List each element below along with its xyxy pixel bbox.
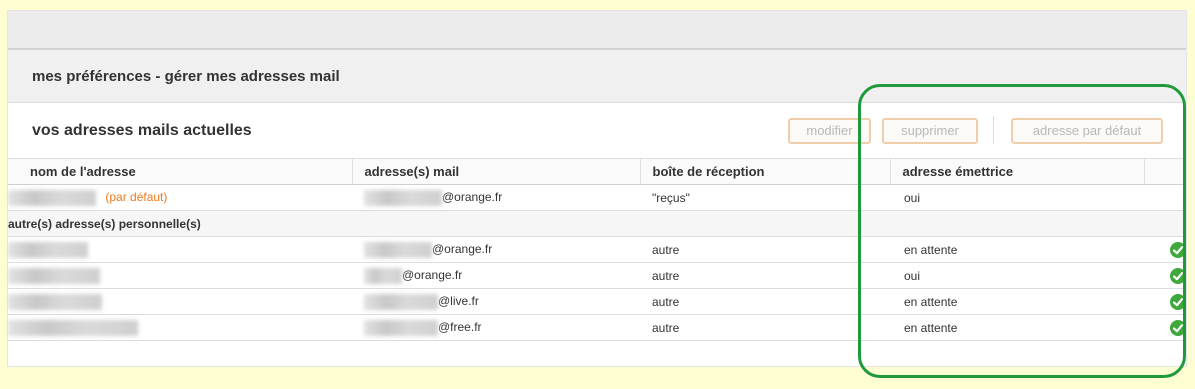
delete-button[interactable]: supprimer bbox=[882, 118, 978, 144]
redacted-name bbox=[8, 267, 100, 284]
table-header: nom de l'adresse adresse(s) mail boîte d… bbox=[8, 158, 1186, 185]
mail-domain: @live.fr bbox=[438, 293, 479, 308]
mail-domain: @orange.fr bbox=[432, 241, 493, 256]
table-row[interactable]: @orange.fr autre oui bbox=[8, 262, 1186, 289]
mail-cell: @free.fr bbox=[352, 314, 640, 341]
redacted-mail bbox=[364, 319, 438, 336]
redacted-mail bbox=[364, 241, 432, 258]
status-cell bbox=[1144, 236, 1186, 263]
group-label: autre(s) adresse(s) personnelle(s) bbox=[8, 210, 1186, 237]
redacted-mail bbox=[364, 189, 442, 206]
redacted-name bbox=[8, 241, 88, 258]
check-icon bbox=[1170, 241, 1186, 258]
column-header-inbox[interactable]: boîte de réception bbox=[639, 158, 890, 185]
table-row-default[interactable]: (par défaut) @orange.fr "reçus" oui bbox=[8, 184, 1186, 211]
default-tag: (par défaut) bbox=[105, 189, 168, 204]
section-title: vos adresses mails actuelles bbox=[32, 122, 252, 139]
sender-cell: oui bbox=[890, 262, 1144, 289]
redacted-name bbox=[8, 293, 102, 310]
mail-cell: @live.fr bbox=[352, 288, 640, 315]
inbox-cell: autre bbox=[640, 314, 890, 341]
status-cell bbox=[1144, 184, 1186, 211]
page-title: mes préférences - gérer mes adresses mai… bbox=[32, 68, 340, 85]
title-bar: mes préférences - gérer mes adresses mai… bbox=[8, 50, 1186, 103]
table-row[interactable]: @live.fr autre en attente bbox=[8, 288, 1186, 315]
preferences-panel: mes préférences - gérer mes adresses mai… bbox=[7, 10, 1187, 367]
redacted-name bbox=[8, 189, 96, 206]
address-name-cell: (par défaut) bbox=[8, 184, 352, 211]
address-name-cell bbox=[8, 288, 352, 315]
sender-cell: oui bbox=[890, 184, 1144, 211]
check-icon bbox=[1170, 319, 1186, 336]
address-name-cell bbox=[8, 314, 352, 341]
inbox-cell: "reçus" bbox=[640, 184, 890, 211]
addresses-table: nom de l'adresse adresse(s) mail boîte d… bbox=[8, 158, 1186, 341]
redacted-mail bbox=[364, 267, 402, 284]
column-header-mail[interactable]: adresse(s) mail bbox=[351, 158, 640, 185]
redacted-name bbox=[8, 319, 138, 336]
inbox-cell: autre bbox=[640, 236, 890, 263]
column-header-status bbox=[1143, 158, 1186, 185]
column-header-sender[interactable]: adresse émettrice bbox=[889, 158, 1144, 185]
status-cell bbox=[1144, 262, 1186, 289]
sender-cell: en attente bbox=[890, 288, 1144, 315]
check-icon bbox=[1170, 267, 1186, 284]
address-name-cell bbox=[8, 236, 352, 263]
inbox-cell: autre bbox=[640, 262, 890, 289]
mail-cell: @orange.fr bbox=[352, 262, 640, 289]
status-cell bbox=[1144, 288, 1186, 315]
set-default-button[interactable]: adresse par défaut bbox=[1011, 118, 1163, 144]
mail-cell: @orange.fr bbox=[352, 184, 640, 211]
redacted-mail bbox=[364, 293, 438, 310]
mail-domain: @orange.fr bbox=[442, 189, 503, 204]
mail-domain: @orange.fr bbox=[402, 267, 463, 282]
toolbar-divider bbox=[993, 116, 994, 144]
table-row[interactable]: @orange.fr autre en attente bbox=[8, 236, 1186, 263]
top-bar bbox=[8, 11, 1186, 50]
mail-cell: @orange.fr bbox=[352, 236, 640, 263]
table-row[interactable]: @free.fr autre en attente bbox=[8, 314, 1186, 341]
mail-domain: @free.fr bbox=[438, 319, 482, 334]
check-icon bbox=[1170, 293, 1186, 310]
column-header-name[interactable]: nom de l'adresse bbox=[8, 158, 352, 185]
modify-button[interactable]: modifier bbox=[788, 118, 871, 144]
sender-cell: en attente bbox=[890, 314, 1144, 341]
group-row: autre(s) adresse(s) personnelle(s) bbox=[8, 210, 1186, 237]
sender-cell: en attente bbox=[890, 236, 1144, 263]
inbox-cell: autre bbox=[640, 288, 890, 315]
status-cell bbox=[1144, 314, 1186, 341]
address-name-cell bbox=[8, 262, 352, 289]
